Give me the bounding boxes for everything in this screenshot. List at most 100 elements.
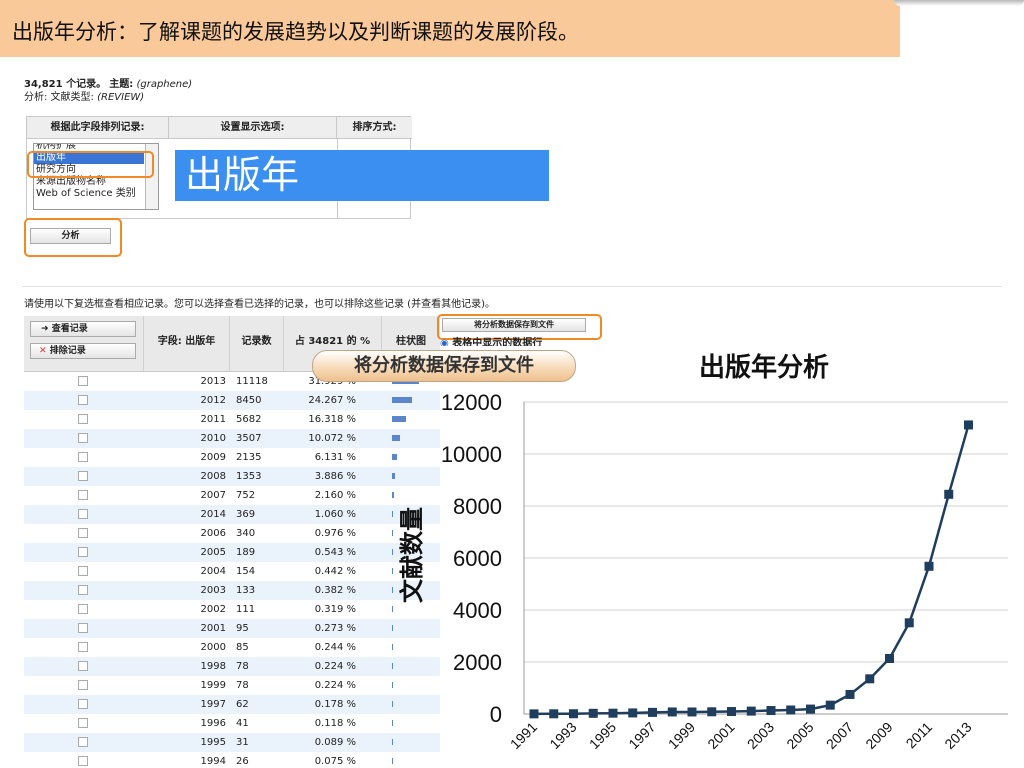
row-count: 26 (236, 756, 249, 767)
table-row: 1997 62 0.178 % (24, 695, 440, 714)
row-checkbox[interactable] (78, 490, 88, 500)
table-row: 1995 31 0.089 % (24, 733, 440, 752)
row-checkbox[interactable] (78, 528, 88, 538)
table-row: 2008 1353 3.886 % (24, 467, 440, 486)
row-checkbox[interactable] (78, 623, 88, 633)
row-count: 95 (236, 623, 249, 634)
row-percent: 0.442 % (314, 566, 356, 577)
row-checkbox[interactable] (78, 414, 88, 424)
x-tick-label: 2009 (862, 719, 895, 752)
row-checkbox[interactable] (78, 756, 88, 766)
row-checkbox[interactable] (78, 547, 88, 557)
data-point (944, 489, 954, 499)
corner-decoration (894, 0, 1024, 6)
row-count: 133 (236, 585, 256, 596)
row-checkbox[interactable] (78, 509, 88, 519)
row-checkbox[interactable] (78, 395, 88, 405)
row-year: 2007 (200, 490, 226, 501)
data-point (648, 707, 657, 717)
data-point (924, 561, 934, 571)
row-year: 2006 (200, 528, 226, 539)
row-count: 5682 (236, 414, 262, 425)
data-point (845, 689, 855, 699)
exclude-records-label: 排除记录 (49, 346, 86, 356)
table-row: 1994 26 0.075 % (24, 752, 440, 768)
row-percent: 10.072 % (308, 433, 356, 444)
row-count: 85 (236, 642, 249, 653)
row-count: 111 (236, 604, 256, 615)
row-year: 2001 (200, 623, 226, 634)
series-line (533, 424, 970, 716)
y-tick-label: 6000 (453, 546, 502, 571)
row-count: 154 (236, 566, 256, 577)
x-tick-label: 1997 (625, 719, 658, 752)
y-tick-label: 8000 (453, 494, 502, 519)
x-tick-label: 1999 (665, 719, 698, 752)
y-tick-label: 10000 (441, 442, 502, 467)
row-percent: 0.089 % (314, 737, 356, 748)
row-checkbox[interactable] (78, 642, 88, 652)
x-tick-label: 1991 (507, 719, 540, 752)
x-tick-label: 2011 (903, 719, 936, 752)
x-tick-label: 2005 (783, 719, 816, 752)
data-point (964, 420, 973, 430)
row-checkbox[interactable] (78, 718, 88, 728)
y-tick-label: 4000 (453, 598, 502, 623)
exclude-records-button[interactable]: ✕ 排除记录 (30, 343, 136, 359)
table-row: 2004 154 0.442 % (24, 562, 440, 581)
table-row: 2012 8450 24.267 % (24, 391, 440, 410)
data-point (687, 707, 697, 717)
pub-year-callout: 出版年 (175, 150, 549, 201)
row-checkbox[interactable] (78, 452, 88, 462)
slide-title: 出版年分析：了解课题的发展趋势以及判断课题的发展阶段。 (12, 20, 579, 44)
row-checkbox[interactable] (78, 376, 88, 386)
x-tick-label: 2003 (744, 719, 777, 752)
row-percent: 0.224 % (314, 661, 356, 672)
col-count: 记录数 (230, 316, 284, 372)
row-checkbox[interactable] (78, 680, 88, 690)
table-row: 2005 189 0.543 % (24, 543, 440, 562)
col-percent-suffix: 的 % (346, 336, 371, 347)
row-year: 2010 (200, 433, 226, 444)
col-percent-prefix: 占 (294, 336, 305, 347)
row-checkbox[interactable] (78, 661, 88, 671)
row-year: 2008 (200, 471, 226, 482)
row-year: 1996 (200, 718, 226, 729)
x-tick-label: 2013 (941, 719, 974, 752)
y-tick-label: 12000 (441, 390, 502, 415)
field-option-wos-category[interactable]: Web of Science 类别 (34, 188, 158, 200)
view-records-button[interactable]: ➜ 查看记录 (30, 321, 136, 337)
y-tick-label: 0 (490, 702, 502, 727)
header-rank-field: 根据此字段排列记录: (27, 117, 169, 139)
row-count: 189 (236, 547, 256, 558)
table-row: 2006 340 0.976 % (24, 524, 440, 543)
row-count: 369 (236, 509, 256, 520)
row-checkbox[interactable] (78, 566, 88, 576)
row-count: 752 (236, 490, 256, 501)
table-row: 2014 369 1.060 % (24, 505, 440, 524)
table-row: 2003 133 0.382 % (24, 581, 440, 600)
row-percent: 3.886 % (314, 471, 356, 482)
row-percent: 6.131 % (314, 452, 356, 463)
col-field: 字段: 出版年 (144, 316, 230, 372)
header-display-options: 设置显示选项: (169, 117, 337, 139)
row-checkbox[interactable] (78, 604, 88, 614)
row-checkbox[interactable] (78, 433, 88, 443)
data-point (628, 708, 638, 718)
table-row: 2009 2135 6.131 % (24, 448, 440, 467)
row-count: 11118 (236, 376, 268, 387)
table-row: 2002 111 0.319 % (24, 600, 440, 619)
row-percent: 1.060 % (314, 509, 356, 520)
data-point (786, 705, 796, 715)
row-checkbox[interactable] (78, 585, 88, 595)
row-year: 1999 (200, 680, 226, 691)
slide-title-banner: 出版年分析：了解课题的发展趋势以及判断课题的发展阶段。 (0, 0, 900, 57)
row-checkbox[interactable] (78, 737, 88, 747)
row-checkbox[interactable] (78, 699, 88, 709)
row-checkbox[interactable] (78, 471, 88, 481)
row-year: 2013 (200, 376, 226, 387)
row-percent: 0.118 % (314, 718, 356, 729)
data-point (569, 709, 578, 719)
y-axis-label: 文献数量 (398, 507, 426, 603)
row-percent: 2.160 % (314, 490, 356, 501)
